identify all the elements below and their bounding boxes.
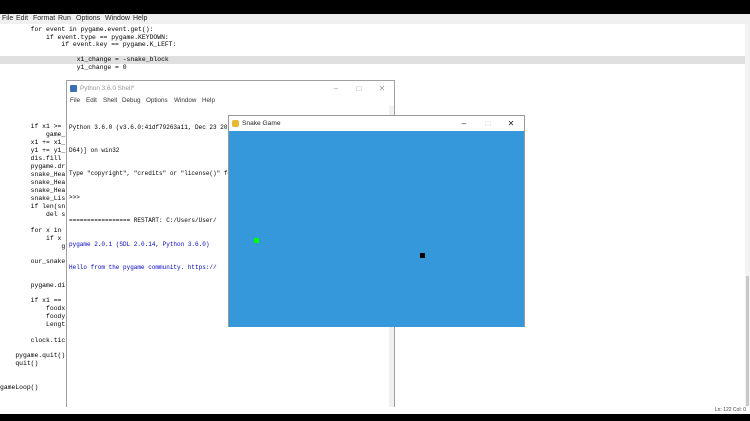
desktop-frame: File Edit Format Run Options Window Help… — [0, 14, 750, 407]
close-button[interactable]: ✕ — [372, 81, 392, 96]
code-line: snake_Hea — [0, 179, 66, 186]
close-button[interactable]: ✕ — [501, 116, 521, 131]
status-bar: Ln: 122 Col: 0 — [0, 407, 750, 421]
pygame-icon — [232, 120, 239, 127]
menu-help[interactable]: Help — [133, 14, 147, 24]
code-line: x1_change = -snake_block — [0, 56, 169, 63]
code-line: del s — [0, 211, 66, 218]
code-line: snake_Lis — [0, 195, 66, 202]
shell-menu-window[interactable]: Window — [174, 96, 196, 106]
status-strip — [0, 407, 750, 414]
code-line: quit() — [0, 360, 39, 367]
code-line: clock.tic — [0, 337, 66, 344]
menu-edit[interactable]: Edit — [16, 14, 28, 24]
minimize-button[interactable]: – — [326, 81, 346, 96]
snake-head — [420, 253, 425, 258]
code-line: pygame.quit() — [0, 352, 66, 359]
code-line: foody — [0, 313, 66, 320]
code-line: x1 += x1_ — [0, 139, 66, 146]
shell-menu-file[interactable]: File — [70, 96, 80, 106]
code-line: g — [0, 243, 66, 250]
code-line: foodx — [0, 305, 66, 312]
maximize-button[interactable]: □ — [349, 81, 369, 96]
code-line: for event in pygame.event.get(): — [0, 26, 154, 33]
game-canvas[interactable] — [229, 131, 524, 327]
snake-game-window[interactable]: Snake Game – □ ✕ — [228, 115, 525, 327]
editor-scroll-thumb[interactable] — [746, 276, 749, 406]
code-line: if x — [0, 235, 62, 242]
code-line: for x in — [0, 227, 62, 234]
python-icon — [70, 85, 77, 92]
code-line: if event.key == pygame.K_LEFT: — [0, 41, 177, 48]
shell-title: Python 3.6.0 Shell* — [80, 85, 135, 92]
code-line: y1_change = 0 — [0, 64, 127, 71]
editor-menubar: File Edit Format Run Options Window Help — [0, 14, 750, 24]
minimize-button[interactable]: – — [454, 116, 474, 131]
shell-menu-edit[interactable]: Edit — [86, 96, 97, 106]
code-line: Lengt — [0, 321, 66, 328]
editor-scrollbar[interactable] — [745, 24, 750, 407]
code-line: our_snake — [0, 258, 66, 265]
shell-menubar: File Edit Shell Debug Options Window Hel… — [67, 96, 394, 106]
menu-file[interactable]: File — [2, 14, 13, 24]
shell-menu-options[interactable]: Options — [146, 96, 168, 106]
code-line: game_ — [0, 131, 66, 138]
menu-run[interactable]: Run — [58, 14, 71, 24]
menu-options[interactable]: Options — [76, 14, 100, 24]
maximize-button[interactable]: □ — [478, 116, 498, 131]
shell-titlebar[interactable]: Python 3.6.0 Shell* – □ ✕ — [67, 81, 394, 96]
code-line: if x1 == — [0, 297, 62, 304]
code-line: pygame.dr — [0, 163, 66, 170]
code-line: snake_Hea — [0, 187, 66, 194]
code-line: dis.fill — [0, 155, 62, 162]
snake-title: Snake Game — [242, 120, 281, 127]
code-line: if x1 >= — [0, 123, 62, 130]
snake-titlebar[interactable]: Snake Game – □ ✕ — [229, 116, 524, 131]
code-line: snake_Hea — [0, 171, 66, 178]
shell-menu-debug[interactable]: Debug — [122, 96, 141, 106]
food-block — [254, 238, 259, 243]
shell-menu-help[interactable]: Help — [202, 96, 215, 106]
menu-window[interactable]: Window — [105, 14, 130, 24]
cursor-position: Ln: 122 Col: 0 — [712, 407, 748, 414]
menu-format[interactable]: Format — [33, 14, 55, 24]
code-line: gameLoop() — [0, 384, 39, 391]
shell-menu-shell[interactable]: Shell — [103, 96, 117, 106]
code-line: if len(sn — [0, 203, 66, 210]
code-line: pygame.di — [0, 282, 66, 289]
code-line: y1 += y1_ — [0, 147, 66, 154]
